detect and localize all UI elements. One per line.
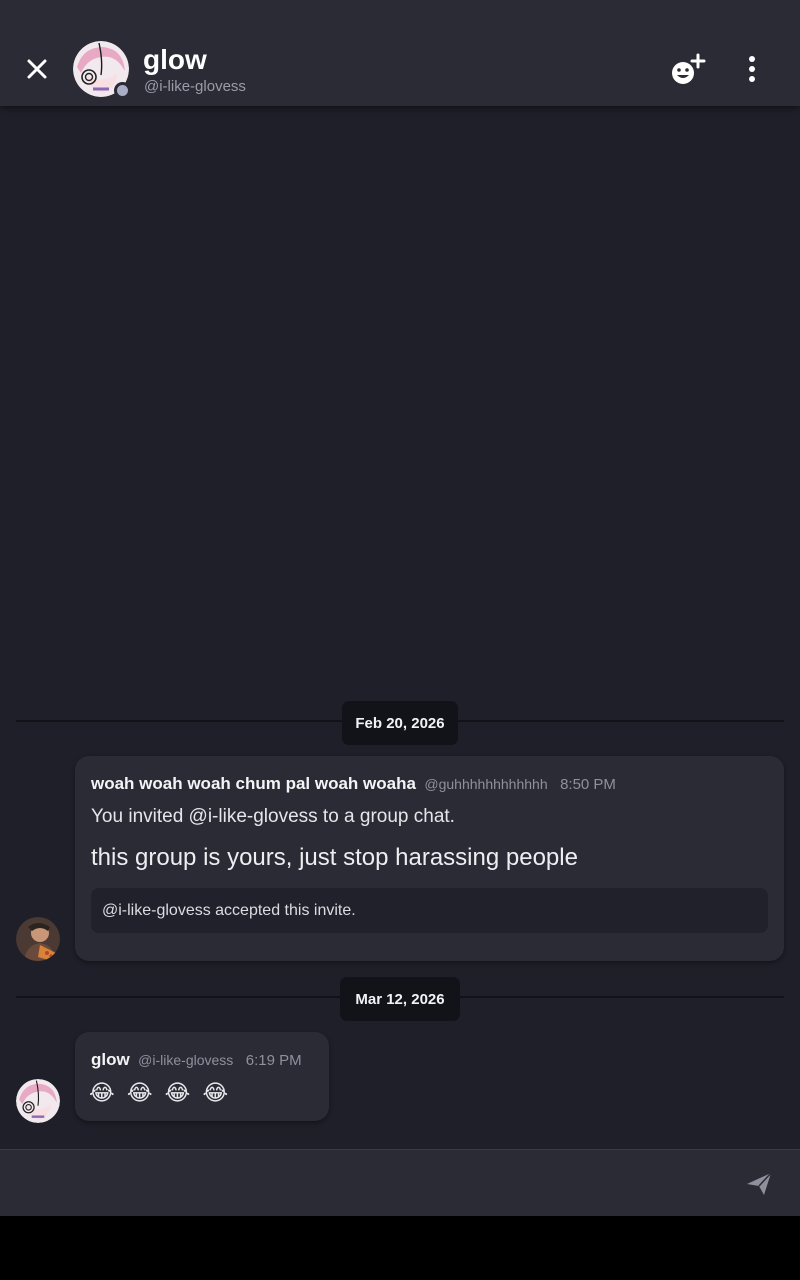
close-icon [27,59,47,79]
send-icon [747,1172,772,1195]
header-handle: @i-like-glovess [144,78,246,95]
status-indicator [114,82,131,99]
add-friend-button[interactable] [666,52,708,90]
date-label: Mar 12, 2026 [340,977,460,1021]
message-text: 😂 😂 😂 😂 [89,1080,232,1105]
sender-handle: @i-like-glovess [138,1052,234,1068]
message-text: this group is yours, just stop harassing… [91,844,578,871]
invite-status: @i-like-glovess accepted this invite. [91,888,768,933]
message-input[interactable] [16,1162,716,1206]
message-avatar[interactable] [16,917,60,961]
message-time: 8:50 PM [560,776,616,793]
message-time: 6:19 PM [245,1052,302,1069]
chat-screen: glow @i-like-glovess Feb 20, 2026 woah w… [0,0,800,1216]
add-friend-icon [672,53,706,84]
sender-name[interactable]: woah woah woah chum pal woah woaha [91,774,416,793]
message-meta: glow @i-like-glovess 6:19 PM [91,1050,302,1070]
message-meta: woah woah woah chum pal woah woaha @guhh… [91,774,616,794]
date-label: Feb 20, 2026 [342,701,458,745]
message-composer [0,1149,800,1216]
more-options-button[interactable] [740,55,764,83]
send-button[interactable] [744,1170,774,1198]
system-message: You invited @i-like-glovess to a group c… [91,806,455,827]
header-avatar[interactable] [73,41,131,99]
chat-header: glow @i-like-glovess [0,0,800,106]
system-navigation-bar [0,1216,800,1280]
more-vertical-icon [749,56,755,82]
sender-name[interactable]: glow [91,1050,130,1069]
close-button[interactable] [20,52,54,86]
message-avatar[interactable] [16,1079,60,1123]
sender-handle: @guhhhhhhhhhhhh [424,776,548,792]
message-bubble: glow @i-like-glovess 6:19 PM 😂 😂 😂 😂 [75,1032,329,1121]
header-name: glow [143,44,207,75]
message-bubble: woah woah woah chum pal woah woaha @guhh… [75,756,784,961]
